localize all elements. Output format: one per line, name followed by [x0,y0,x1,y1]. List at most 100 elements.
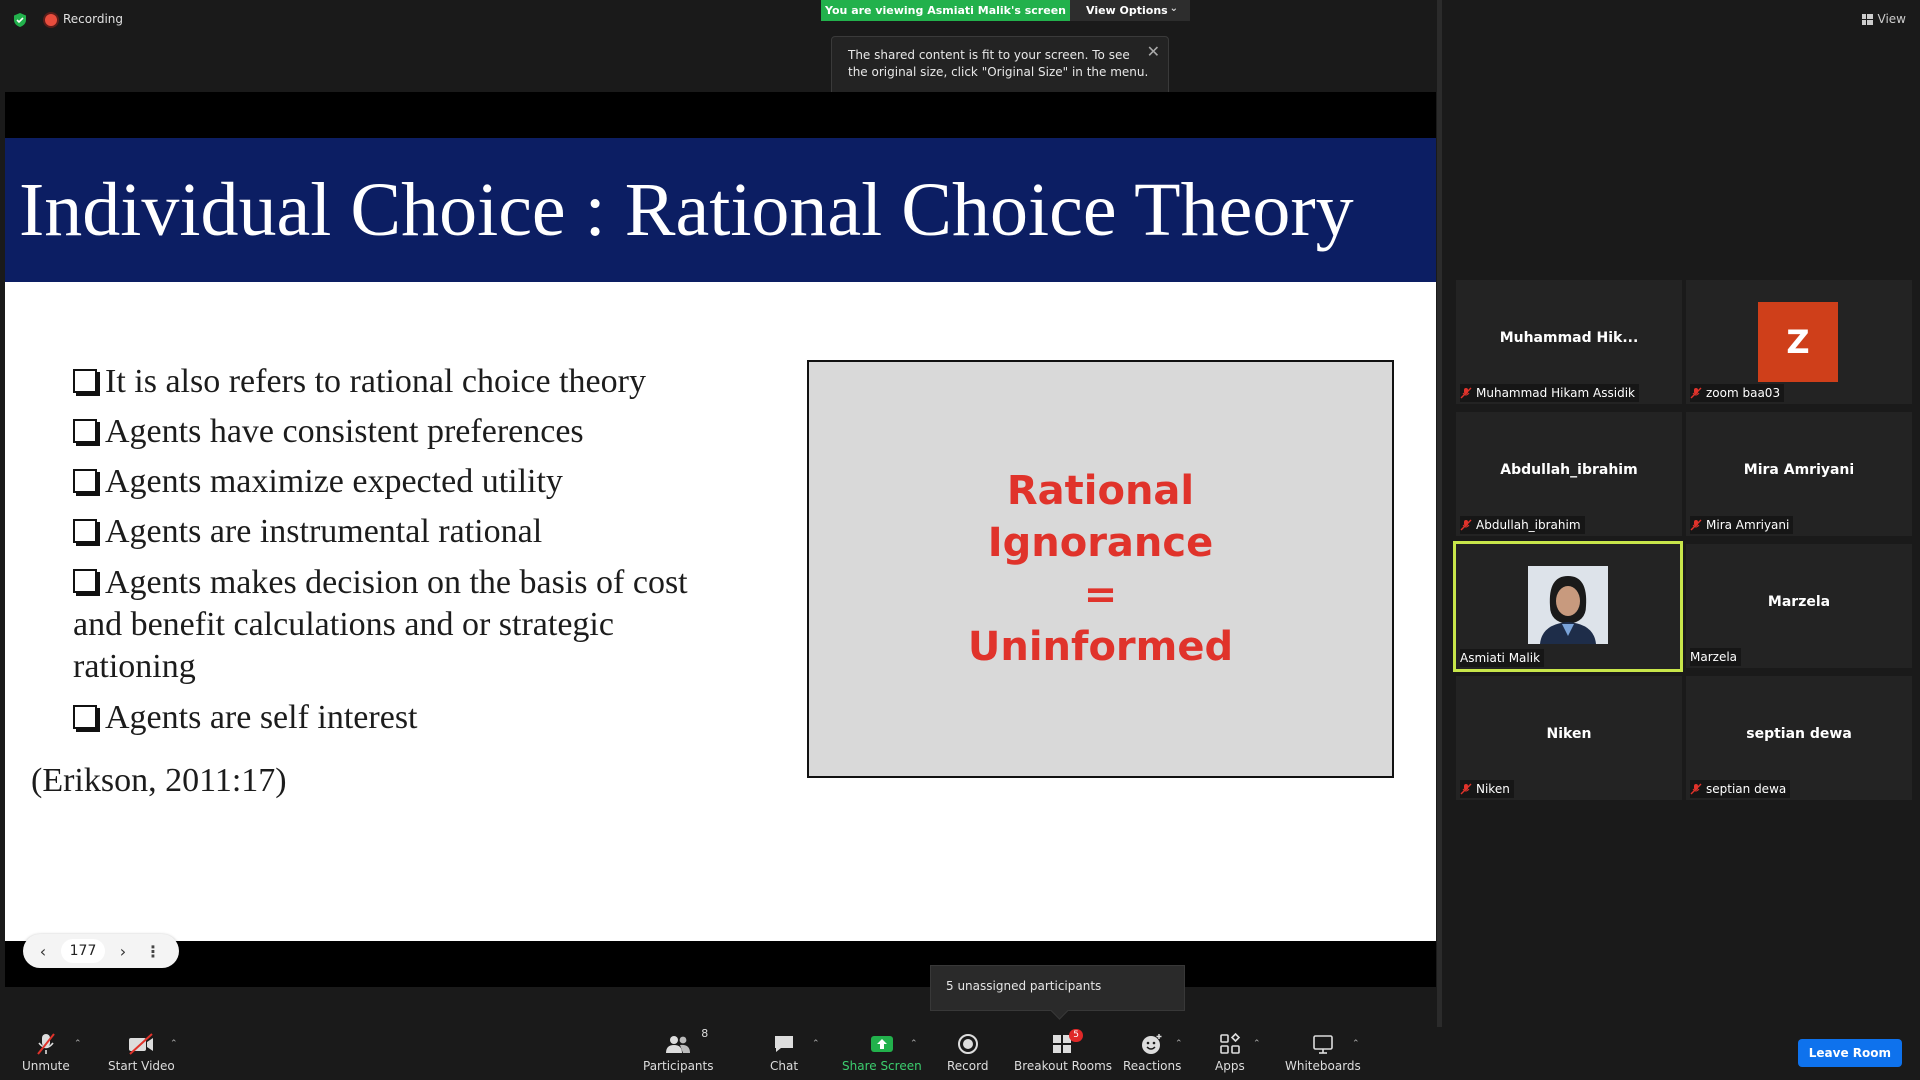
recording-label[interactable]: Recording [63,12,123,26]
reactions-options-caret-icon[interactable]: ⌃ [1175,1039,1183,1049]
close-icon[interactable]: ✕ [1147,43,1160,60]
checkbox-bullet-icon [73,519,97,543]
bullet-item: Agents makes decision on the basis of co… [67,562,787,688]
bullet-item: Agents have consistent preferences [67,412,787,452]
checkbox-bullet-icon [73,705,97,729]
slide-title: Individual Choice : Rational Choice Theo… [19,167,1354,252]
participant-label: septian dewa [1690,780,1791,798]
video-options-caret-icon[interactable]: ⌃ [170,1039,178,1049]
active-speaker-tile[interactable]: Asmiati Malik [1453,541,1683,672]
checkbox-bullet-icon [73,569,97,593]
participant-tile[interactable]: Abdullah_ibrahim Abdullah_ibrahim [1456,412,1682,536]
checkbox-bullet-icon [73,469,97,493]
reactions-icon [1142,1034,1162,1054]
security-shield-icon[interactable] [12,12,28,28]
apps-options-caret-icon[interactable]: ⌃ [1253,1039,1261,1049]
participant-display-name: Mira Amriyani [1743,462,1855,478]
participant-label: Muhammad Hikam Assidik [1460,384,1639,402]
shared-screen[interactable]: Individual Choice : Rational Choice Theo… [5,92,1436,987]
video-off-icon [129,1033,154,1055]
participant-label: zoom baa03 [1690,384,1785,402]
bullet-item: Agents are self interest [67,698,787,738]
participant-label: Asmiati Malik [1460,649,1545,667]
checkbox-bullet-icon [73,369,97,393]
participant-display-name: Marzela [1767,594,1831,610]
muted-mic-icon [37,1033,55,1055]
citation: (Erikson, 2011:17) [31,762,287,799]
whiteboard-icon [1313,1035,1333,1054]
participant-tile[interactable]: Z zoom baa03 [1686,280,1912,404]
muted-mic-icon [1460,519,1472,531]
participants-icon [666,1036,691,1053]
muted-mic-icon [1690,387,1702,399]
apps-button[interactable]: Apps [1215,1031,1245,1073]
participant-display-name: Abdullah_ibrahim [1500,462,1638,478]
slide-title-band: Individual Choice : Rational Choice Theo… [5,138,1436,282]
bullet-item: It is also refers to rational choice the… [67,362,787,402]
chat-icon [775,1036,794,1052]
share-screen-icon [870,1036,893,1052]
view-label: View [1877,12,1906,26]
chevron-down-icon: ⌄ [1169,3,1178,14]
box-line: Ignorance [987,520,1214,566]
start-video-button[interactable]: Start Video [108,1031,175,1073]
panel-resize-handle[interactable] [1437,0,1442,1027]
chat-options-caret-icon[interactable]: ⌃ [812,1039,820,1049]
unassigned-participants-popup[interactable]: 5 unassigned participants [930,965,1185,1011]
participants-button[interactable]: 8 Participants [643,1027,714,1073]
participants-count: 8 [701,1027,709,1040]
more-options-icon[interactable]: ⋮ [141,939,165,963]
participant-display-name: Muhammad Hik... [1499,330,1639,346]
view-options-button[interactable]: View Options ⌄ [1070,0,1190,21]
share-screen-button[interactable]: Share Screen [842,1031,922,1073]
whiteboards-options-caret-icon[interactable]: ⌃ [1352,1039,1360,1049]
unmute-button[interactable]: Unmute [22,1031,70,1073]
muted-mic-icon [1690,519,1702,531]
rational-ignorance-box: Rational Ignorance = Uninformed [807,360,1394,778]
participant-display-name: septian dewa [1746,726,1852,742]
muted-mic-icon [1460,783,1472,795]
person-avatar-icon [1528,566,1608,644]
box-line: Uninformed [967,624,1234,670]
bullet-item: Agents are instrumental rational [67,512,787,552]
previous-slide-icon[interactable]: ‹ [31,939,55,963]
participant-tile[interactable]: Marzela Marzela [1686,544,1912,668]
breakout-badge: 5 [1069,1029,1084,1042]
tooltip-text: The shared content is fit to your screen… [848,48,1149,79]
participant-tile[interactable]: Muhammad Hik... Muhammad Hikam Assidik [1456,280,1682,404]
slide-navigation: ‹ 177 › ⋮ [23,934,179,968]
reactions-button[interactable]: Reactions [1123,1031,1181,1073]
muted-mic-icon [1460,387,1472,399]
participant-label: Abdullah_ibrahim [1460,516,1585,534]
apps-icon [1220,1032,1240,1054]
checkbox-bullet-icon [73,419,97,443]
participant-tile[interactable]: Niken Niken [1456,676,1682,800]
next-slide-icon[interactable]: › [111,939,135,963]
record-button[interactable]: Record [947,1031,988,1073]
participant-label: Marzela [1690,648,1742,666]
muted-mic-icon [1690,783,1702,795]
box-line: Rational [1006,468,1195,514]
participant-tile[interactable]: septian dewa septian dewa [1686,676,1912,800]
participant-tile[interactable]: Mira Amriyani Mira Amriyani [1686,412,1912,536]
bullet-list: It is also refers to rational choice the… [67,362,787,748]
bullet-continuation: rationing [73,648,196,685]
slide-page-number[interactable]: 177 [61,939,105,963]
view-button[interactable]: View [1861,12,1906,26]
leave-room-button[interactable]: Leave Room [1797,1039,1902,1067]
participant-display-name: Niken [1546,726,1592,742]
box-line: = [1083,572,1118,618]
viewing-screen-banner: You are viewing Asmiati Malik's screen [821,0,1070,21]
participant-label: Mira Amriyani [1690,516,1794,534]
avatar: Z [1758,302,1838,382]
record-icon [957,1034,978,1054]
chat-button[interactable]: Chat [770,1031,798,1073]
participant-label: Niken [1460,780,1514,798]
breakout-rooms-button[interactable]: 5 Breakout Rooms [1014,1029,1112,1073]
bullet-item: Agents maximize expected utility [67,462,787,502]
meeting-toolbar: Unmute ⌃ Start Video ⌃ 8 Participants Ch… [0,1027,1920,1080]
share-options-caret-icon[interactable]: ⌃ [910,1039,918,1049]
gallery-view-icon [1861,13,1873,25]
audio-options-caret-icon[interactable]: ⌃ [74,1039,82,1049]
whiteboards-button[interactable]: Whiteboards [1285,1031,1361,1073]
